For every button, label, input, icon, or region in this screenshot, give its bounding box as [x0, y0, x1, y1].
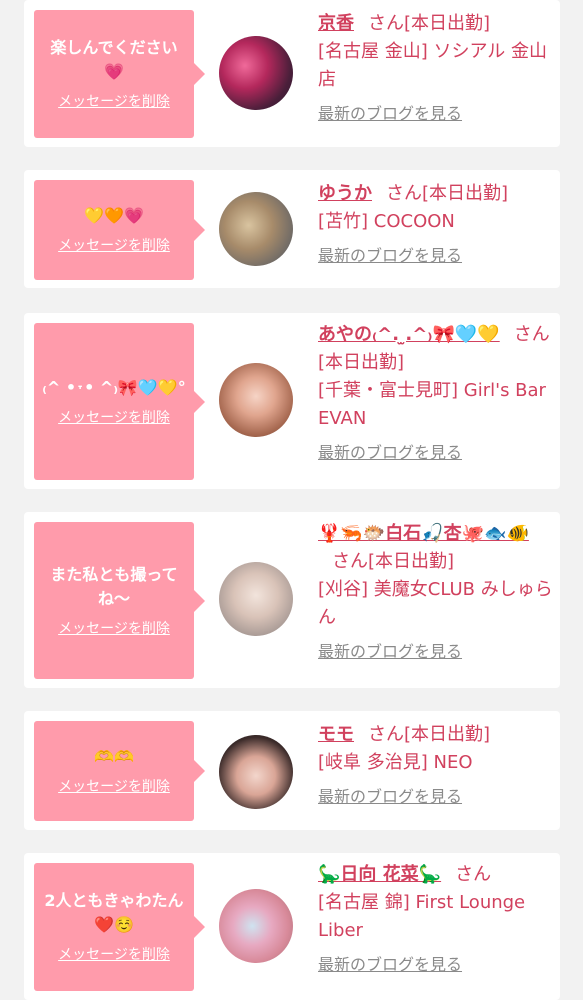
shop-location: [岐阜 多治見] NEO — [318, 752, 473, 773]
shop-location: [名古屋 金山] ソシアル 金山店 — [318, 41, 548, 90]
message-bubble: 楽しんでください💗 メッセージを削除 — [34, 10, 205, 138]
san-suffix: さん — [455, 864, 492, 885]
latest-blog-link[interactable]: 最新のブログを見る — [318, 242, 462, 270]
attendance-badge: [本日出勤] — [404, 724, 491, 745]
delete-message-link[interactable]: メッセージを削除 — [58, 777, 170, 797]
message-text: ₍^ •˕• ^₎🎀🩵💛° — [42, 377, 186, 397]
message-bubble: 💛🧡💗 メッセージを削除 — [34, 180, 205, 280]
cast-name-link[interactable]: 京香 — [318, 13, 354, 34]
message-text: また私とも撮ってね〜 — [50, 564, 178, 608]
delete-message-link[interactable]: メッセージを削除 — [58, 92, 170, 112]
san-suffix: さん — [368, 13, 404, 34]
message-card: 💛🧡💗 メッセージを削除 ゆうか さん[本日出勤] [苫竹] COCOON 最新の… — [24, 170, 560, 288]
latest-blog-link[interactable]: 最新のブログを見る — [318, 638, 462, 666]
delete-message-link[interactable]: メッセージを削除 — [58, 236, 170, 256]
message-card: 2人ともきゃわたん❤️☺️ メッセージを削除 🦕日向 花菜🦕 さん [名古屋 錦]… — [24, 853, 560, 1000]
message-list: 楽しんでください💗 メッセージを削除 京香 さん[本日出勤] [名古屋 金山] ソ… — [0, 0, 583, 1000]
shop-location: [名古屋 錦] First Lounge Liber — [318, 892, 526, 941]
message-text: 💛🧡💗 — [84, 206, 144, 225]
message-bubble: ₍^ •˕• ^₎🎀🩵💛° メッセージを削除 — [34, 323, 205, 480]
cast-name-link[interactable]: ゆうか — [318, 183, 372, 204]
san-suffix: さん — [332, 551, 368, 572]
shop-location: [苫竹] COCOON — [318, 211, 455, 232]
latest-blog-link[interactable]: 最新のブログを見る — [318, 100, 462, 128]
message-bubble: 🫶🫶 メッセージを削除 — [34, 721, 205, 821]
shop-location: [刈谷] 美魔女CLUB みしゅらん — [318, 579, 553, 628]
delete-message-link[interactable]: メッセージを削除 — [58, 408, 170, 428]
avatar[interactable] — [219, 192, 293, 266]
cast-name-link[interactable]: モモ — [318, 724, 354, 745]
attendance-badge: [本日出勤] — [318, 352, 405, 373]
san-suffix: さん — [513, 324, 550, 345]
latest-blog-link[interactable]: 最新のブログを見る — [318, 783, 462, 811]
message-text: 楽しんでください💗 — [50, 38, 178, 81]
latest-blog-link[interactable]: 最新のブログを見る — [318, 439, 462, 467]
cast-name-link[interactable]: 🦞🦐🐡白石🎣杏🐙🐟🐠 — [318, 523, 529, 544]
attendance-badge: [本日出勤] — [404, 13, 491, 34]
message-card: また私とも撮ってね〜 メッセージを削除 🦞🦐🐡白石🎣杏🐙🐟🐠 さん[本日出勤] [… — [24, 512, 560, 688]
cast-name-link[interactable]: 🦕日向 花菜🦕 — [318, 864, 441, 885]
cast-name-link[interactable]: あやの₍^. ̫.^₎🎀🩵💛 — [318, 324, 500, 345]
attendance-badge: [本日出勤] — [422, 183, 509, 204]
avatar[interactable] — [219, 735, 293, 809]
message-bubble: 2人ともきゃわたん❤️☺️ メッセージを削除 — [34, 863, 205, 991]
san-suffix: さん — [368, 724, 404, 745]
latest-blog-link[interactable]: 最新のブログを見る — [318, 951, 462, 979]
message-bubble: また私とも撮ってね〜 メッセージを削除 — [34, 522, 205, 679]
shop-location: [千葉・富士見町] Girl's Bar EVAN — [318, 380, 546, 429]
avatar[interactable] — [219, 363, 293, 437]
message-card: 🫶🫶 メッセージを削除 モモ さん[本日出勤] [岐阜 多治見] NEO 最新のブ… — [24, 711, 560, 830]
message-card: ₍^ •˕• ^₎🎀🩵💛° メッセージを削除 あやの₍^. ̫.^₎🎀🩵💛 さん [… — [24, 313, 560, 489]
avatar[interactable] — [219, 889, 293, 963]
avatar[interactable] — [219, 36, 293, 110]
delete-message-link[interactable]: メッセージを削除 — [58, 619, 170, 639]
delete-message-link[interactable]: メッセージを削除 — [58, 945, 170, 965]
avatar[interactable] — [219, 562, 293, 636]
attendance-badge: [本日出勤] — [368, 551, 455, 572]
san-suffix: さん — [386, 183, 422, 204]
message-text: 🫶🫶 — [94, 747, 134, 766]
message-card: 楽しんでください💗 メッセージを削除 京香 さん[本日出勤] [名古屋 金山] ソ… — [24, 0, 560, 147]
message-text: 2人ともきゃわたん❤️☺️ — [44, 891, 184, 934]
